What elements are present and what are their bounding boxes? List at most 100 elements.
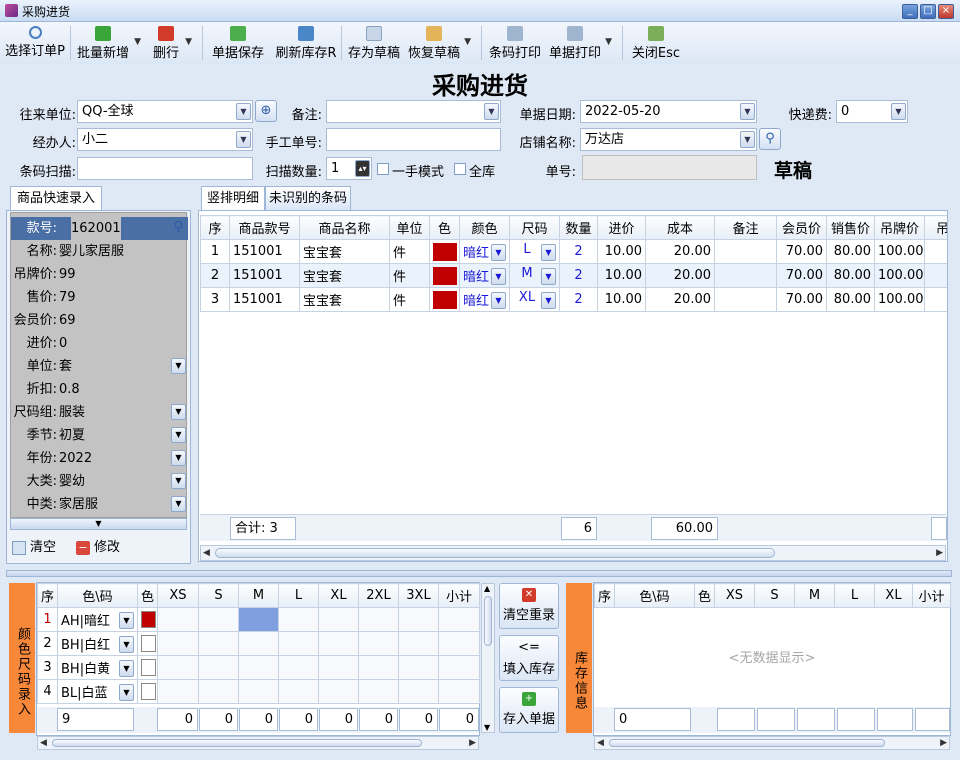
qty-cell[interactable]	[157, 631, 199, 656]
table-cell[interactable]: 151001	[229, 263, 300, 288]
stepper-icon[interactable]: ▴▾	[355, 160, 370, 177]
table-cell[interactable]: 20.00	[645, 287, 715, 312]
col-header[interactable]: XS	[714, 583, 755, 608]
chevron-down-icon[interactable]: ▼	[119, 660, 134, 677]
table-cell[interactable]: 70.00	[776, 239, 827, 264]
shop-search-button[interactable]: ⚲	[759, 128, 781, 150]
shop-select[interactable]: 万达店 ▼	[580, 128, 757, 151]
all-stock-checkbox[interactable]	[454, 163, 466, 175]
qty-cell[interactable]	[157, 679, 199, 704]
col-header[interactable]: 单位	[389, 215, 430, 240]
table-cell[interactable]: 20.00	[645, 239, 715, 264]
color-swatch-cell[interactable]	[429, 239, 460, 264]
table-cell[interactable]: 2	[559, 239, 598, 264]
table-cell[interactable]: 70.00	[776, 263, 827, 288]
chevron-down-icon[interactable]: ▼	[171, 404, 186, 420]
refresh-stock-button[interactable]: 刷新库存R	[275, 24, 337, 62]
stock-horizontal-scrollbar[interactable]: ◀ ▶	[594, 736, 950, 750]
qty-cell[interactable]	[398, 679, 439, 704]
quick-row-size-group[interactable]: 尺码组: 服装 ▼	[11, 401, 188, 424]
qty-cell[interactable]	[238, 679, 279, 704]
chevron-down-icon[interactable]: ▼	[171, 358, 186, 374]
table-row[interactable]: 4 BL|白蓝 ▼	[37, 679, 480, 704]
table-cell[interactable]: 80.00	[826, 287, 875, 312]
splitter[interactable]	[6, 570, 952, 577]
chevron-down-icon[interactable]: ▼	[119, 636, 134, 653]
table-row[interactable]: 1 151001 宝宝套件暗红 ▼ L ▼ 2 10.00 20.00 70.00 80.00 100…	[200, 239, 947, 264]
col-header[interactable]: 数量	[559, 215, 598, 240]
save-doc-button[interactable]: 单据保存	[211, 24, 265, 62]
chevron-down-icon[interactable]: ▼	[119, 684, 134, 701]
table-cell[interactable]: 151001	[229, 239, 300, 264]
quick-row-season[interactable]: 季节: 初夏 ▼	[11, 424, 188, 447]
table-row[interactable]: 3 BH|白黄 ▼	[37, 655, 480, 680]
qty-cell[interactable]	[398, 655, 439, 680]
color-swatch-cell[interactable]	[137, 631, 158, 656]
qty-cell[interactable]	[358, 655, 399, 680]
select-order-button[interactable]: 选择订单P	[4, 24, 66, 62]
batch-add-button[interactable]: 批量新增 ▼	[75, 24, 141, 62]
qty-cell[interactable]	[358, 679, 399, 704]
quick-row-style-no[interactable]: 款号: 162001 ⚲	[11, 217, 188, 240]
table-cell[interactable]: 件	[389, 287, 430, 312]
edit-button[interactable]: − 修改	[76, 538, 120, 558]
scroll-right-icon[interactable]: ▶	[469, 737, 476, 749]
qty-cell[interactable]	[398, 631, 439, 656]
row-number[interactable]: 1	[37, 607, 58, 632]
qty-cell[interactable]	[278, 655, 319, 680]
save-draft-button[interactable]: 存为草稿	[347, 24, 401, 62]
col-header[interactable]: 进价	[597, 215, 646, 240]
table-cell[interactable]: 151001	[229, 287, 300, 312]
col-header[interactable]: 成本	[645, 215, 715, 240]
qty-cell[interactable]	[398, 607, 439, 632]
scan-qty-stepper[interactable]: 1 ▴▾	[326, 157, 372, 180]
qty-cell[interactable]	[238, 655, 279, 680]
color-select-cell[interactable]: 暗红 ▼	[459, 263, 510, 288]
delete-row-button[interactable]: 删行 ▼	[150, 24, 192, 62]
detail-horizontal-scrollbar[interactable]: ◀ ▶	[200, 545, 946, 561]
table-cell[interactable]: 2	[924, 239, 947, 264]
table-cell[interactable]: 2	[559, 287, 598, 312]
qty-cell[interactable]	[358, 631, 399, 656]
color-swatch-cell[interactable]	[137, 607, 158, 632]
color-select-cell[interactable]: BH|白黄 ▼	[57, 655, 138, 680]
tab-vertical-detail[interactable]: 竖排明细	[201, 186, 265, 211]
color-size-vertical-scrollbar[interactable]: ▲ ▼	[481, 583, 495, 733]
table-row[interactable]: 2 BH|白红 ▼	[37, 631, 480, 656]
restore-draft-button[interactable]: 恢复草稿 ▼	[407, 24, 471, 62]
col-header[interactable]: 吊	[924, 215, 947, 240]
clear-button[interactable]: 清空	[12, 538, 56, 558]
table-cell[interactable]	[714, 263, 777, 288]
table-cell[interactable]: 80.00	[826, 239, 875, 264]
col-header[interactable]: S	[754, 583, 795, 608]
chevron-down-icon[interactable]: ▼	[171, 450, 186, 466]
qty-cell[interactable]	[438, 679, 480, 704]
qty-cell[interactable]	[438, 607, 480, 632]
col-header[interactable]: 序	[37, 583, 58, 608]
chevron-down-icon[interactable]: ▼	[605, 37, 612, 47]
qty-cell[interactable]	[198, 607, 239, 632]
qty-cell[interactable]	[318, 655, 359, 680]
scroll-right-icon[interactable]: ▶	[940, 737, 947, 749]
maximize-button[interactable]: □	[920, 4, 936, 19]
color-select-cell[interactable]: BH|白红 ▼	[57, 631, 138, 656]
color-select-cell[interactable]: 暗红 ▼	[459, 287, 510, 312]
col-header[interactable]: 序	[200, 215, 230, 240]
tab-quick-entry[interactable]: 商品快速录入	[10, 186, 102, 211]
table-row[interactable]: 2 151001 宝宝套件暗红 ▼ M ▼ 2 10.00 20.00 70.00 80.00 100…	[200, 263, 947, 288]
col-header[interactable]: 色	[429, 215, 460, 240]
chevron-down-icon[interactable]: ▼	[185, 37, 192, 47]
table-cell[interactable]: 宝宝套	[299, 239, 390, 264]
color-swatch-cell[interactable]	[429, 287, 460, 312]
scroll-thumb[interactable]	[52, 739, 422, 747]
qty-cell[interactable]	[318, 679, 359, 704]
col-header[interactable]: 销售价	[826, 215, 875, 240]
table-cell[interactable]: 70.00	[776, 287, 827, 312]
remark-select[interactable]: ▼	[326, 100, 501, 123]
chevron-down-icon[interactable]: ▼	[491, 268, 506, 285]
qty-cell[interactable]	[198, 679, 239, 704]
table-cell[interactable]: 3	[200, 287, 230, 312]
scroll-up-icon[interactable]: ▲	[484, 584, 490, 593]
qty-cell[interactable]	[358, 607, 399, 632]
col-header[interactable]: XS	[157, 583, 199, 608]
